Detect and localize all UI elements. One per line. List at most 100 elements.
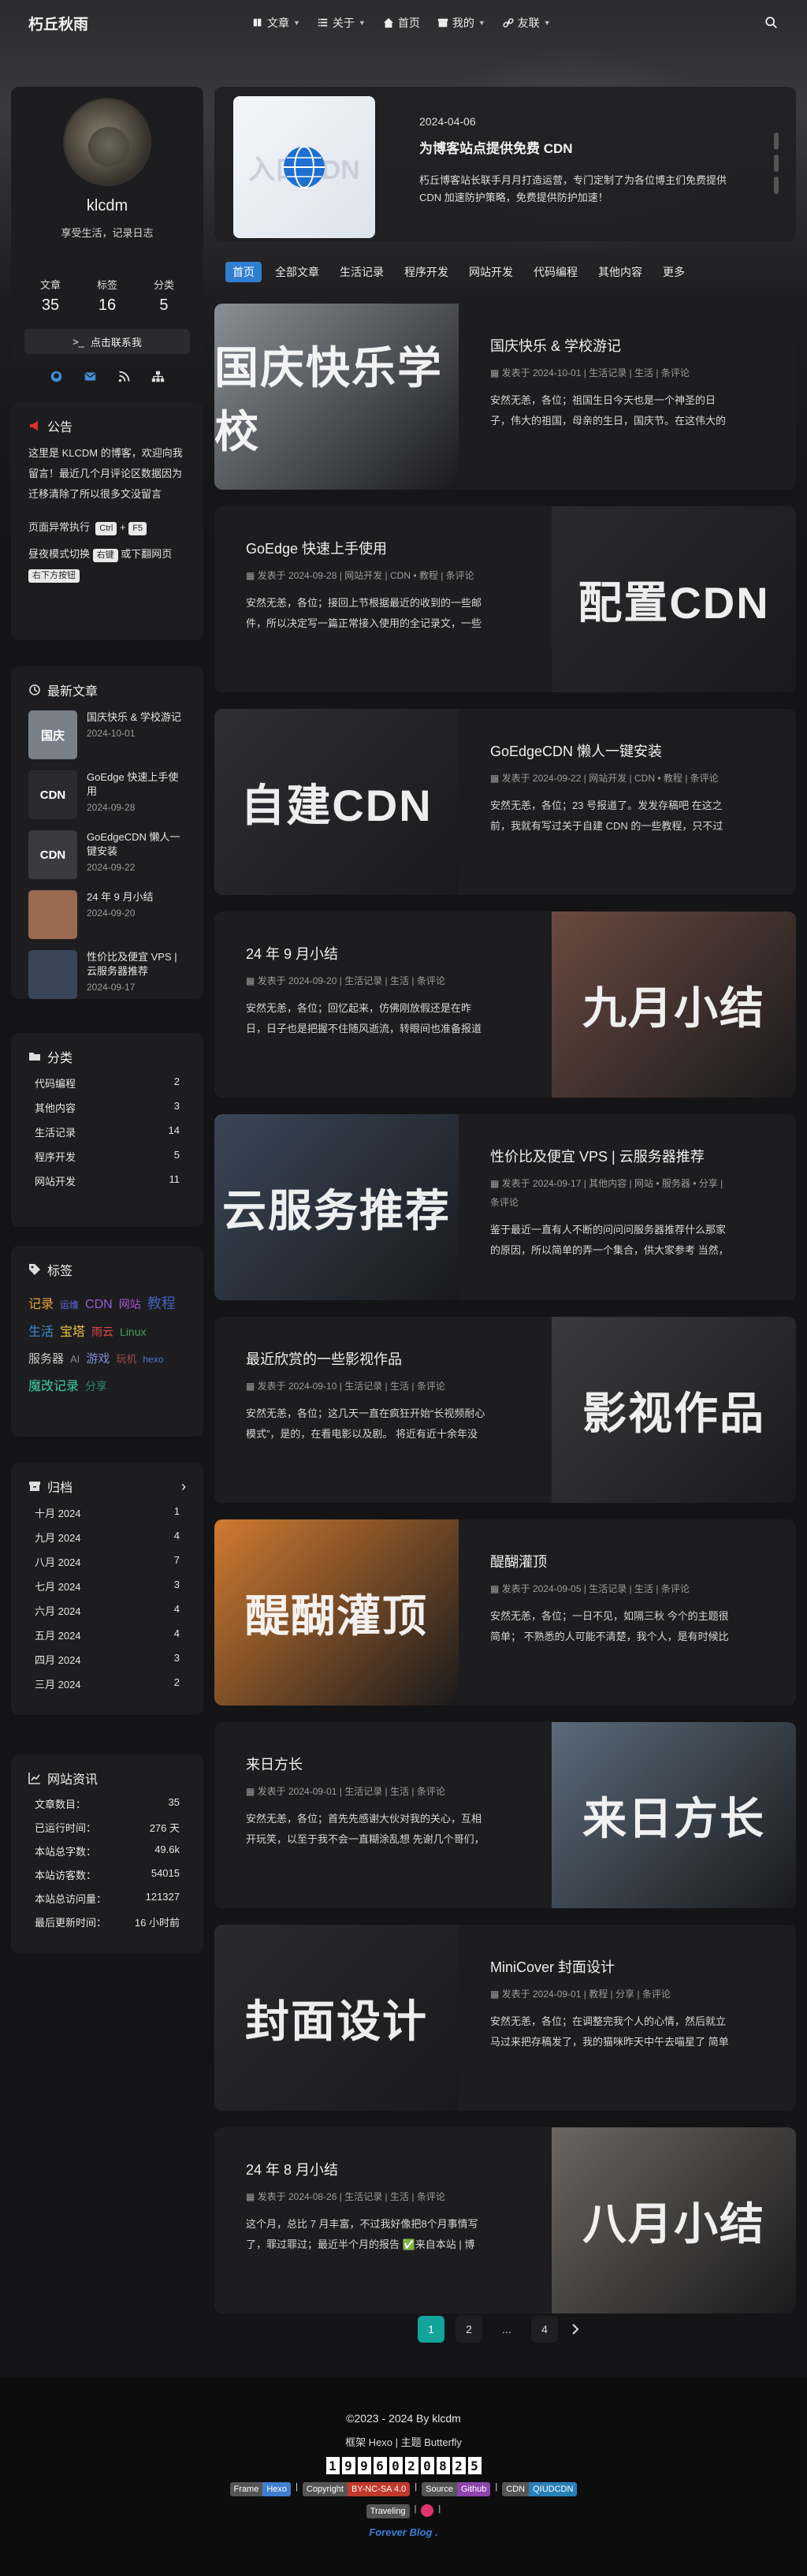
post-comments[interactable]: 条评论 [417,975,445,986]
archive-item[interactable]: 九月 2024 4 [28,1530,186,1545]
post-tags[interactable]: 生活 [634,1583,653,1594]
post-comments[interactable]: 条评论 [490,1197,519,1208]
post-comments[interactable]: 条评论 [661,367,690,378]
post-cover[interactable]: 国庆快乐学校 [214,304,459,490]
category-tab-2[interactable]: 生活记录 [333,262,391,282]
post-cover[interactable]: 影视作品 [552,1317,796,1503]
archive-item[interactable]: 三月 2024 2 [28,1676,186,1691]
search-icon[interactable] [764,16,779,30]
post-tags[interactable]: CDN • 教程 [390,570,438,581]
post-card[interactable]: 八月小结 24 年 8 月小结 ▦ 发表于 2024-08-26 | 生活记录 | … [214,2127,796,2313]
tag-link[interactable]: Linux [120,1318,146,1345]
contact-button[interactable]: >_ 点击联系我 [24,329,190,354]
stat-0[interactable]: 文章 35 [40,277,61,315]
featured-post[interactable]: 入口CDN 2024-04-06 为博客站点提供免费 CDN 朽丘博客站长联手月… [214,87,796,241]
carousel-indicator[interactable] [774,132,780,194]
post-card[interactable]: 来日方长 来日方长 ▦ 发表于 2024-09-01 | 生活记录 | 生活 | 条… [214,1722,796,1908]
category-item[interactable]: 生活记录 14 [28,1124,186,1139]
chevron-right-icon[interactable]: › [181,1478,186,1495]
post-cover[interactable]: 自建CDN [214,709,459,895]
post-card[interactable]: 配置CDN GoEdge 快速上手使用 ▦ 发表于 2024-09-28 | 网站开… [214,506,796,692]
recent-item[interactable]: 24 年 9 月小结 2024-09-20 [28,890,186,939]
post-tags[interactable]: CDN • 教程 [634,773,682,784]
tag-link[interactable]: 雨云 [91,1318,113,1345]
tag-link[interactable]: 玩机 [116,1346,136,1373]
menu-item-3[interactable]: 我的 ▼ [437,15,485,31]
site-brand[interactable]: 朽丘秋雨 [28,13,88,34]
post-tags[interactable]: 生活 [634,367,653,378]
footer-badge[interactable]: Frame Hexo [229,2482,292,2496]
post-card[interactable]: 影视作品 最近欣赏的一些影视作品 ▦ 发表于 2024-09-10 | 生活记录 |… [214,1317,796,1503]
post-category[interactable]: 生活记录 [344,975,382,986]
post-cover[interactable]: 配置CDN [552,506,796,692]
category-tab-4[interactable]: 网站开发 [462,262,520,282]
menu-item-2[interactable]: 首页 [383,15,420,31]
post-card[interactable]: 九月小结 24 年 9 月小结 ▦ 发表于 2024-09-20 | 生活记录 | … [214,911,796,1098]
featured-title[interactable]: 为博客站点提供免费 CDN [419,137,573,157]
menu-item-1[interactable]: 关于 ▼ [318,15,366,31]
archive-item[interactable]: 七月 2024 3 [28,1579,186,1594]
post-category[interactable]: 生活记录 [589,367,627,378]
post-cover[interactable]: 来日方长 [552,1722,796,1908]
post-title[interactable]: MiniCover 封面设计 [490,1956,733,1977]
badge-traveling[interactable]: Traveling [366,2504,410,2518]
post-title[interactable]: 24 年 9 月小结 [246,943,489,964]
post-card[interactable]: 云服务推荐 性价比及便宜 VPS | 云服务器推荐 ▦ 发表于 2024-09-17… [214,1114,796,1300]
recent-item-title[interactable]: GoEdgeCDN 懒人一键安装 [87,830,186,859]
post-title[interactable]: GoEdge 快速上手使用 [246,538,489,558]
post-category[interactable]: 教程 [589,1989,608,2000]
post-comments[interactable]: 条评论 [690,773,719,784]
post-cover[interactable]: 八月小结 [552,2127,796,2313]
email-icon[interactable] [84,370,97,383]
chevron-right-icon[interactable] [569,2323,582,2336]
tag-link[interactable]: 游戏 [86,1346,110,1373]
page-3[interactable]: 4 [531,2316,558,2343]
post-card[interactable]: 自建CDN GoEdgeCDN 懒人一键安装 ▦ 发表于 2024-09-22 | … [214,709,796,895]
category-tab-5[interactable]: 代码编程 [526,262,585,282]
post-tags[interactable]: 生活 [390,975,409,986]
page-0[interactable]: 1 [418,2316,444,2343]
tag-link[interactable]: 服务器 [28,1346,64,1373]
post-tags[interactable]: 分享 [615,1989,634,2000]
category-tab-0[interactable]: 首页 [225,262,262,282]
post-category[interactable]: 生活记录 [344,2191,382,2202]
category-tab-1[interactable]: 全部文章 [268,262,326,282]
post-comments[interactable]: 条评论 [417,2191,445,2202]
tag-link[interactable]: hexo [143,1346,163,1373]
post-title[interactable]: 国庆快乐 & 学校游记 [490,335,733,356]
post-card[interactable]: 封面设计 MiniCover 封面设计 ▦ 发表于 2024-09-01 | 教程 … [214,1925,796,2111]
tag-link[interactable]: CDN [85,1292,113,1318]
post-tags[interactable]: 生活 [390,2191,409,2202]
heart-icon[interactable] [421,2504,434,2517]
category-tab-7[interactable]: 更多 [656,262,692,282]
post-category[interactable]: 生活记录 [344,1786,382,1797]
post-comments[interactable]: 条评论 [642,1989,671,2000]
archive-item[interactable]: 六月 2024 4 [28,1603,186,1618]
category-item[interactable]: 其他内容 3 [28,1100,186,1115]
recent-item[interactable]: 性价比及便宜 VPS | 云服务器推荐 2024-09-17 [28,950,186,999]
tag-link[interactable]: 分享 [85,1373,107,1400]
stat-2[interactable]: 分类 5 [154,277,174,315]
post-cover[interactable]: 醍醐灌顶 [214,1519,459,1706]
forever-blog-link[interactable]: Forever Blog . [0,2526,807,2538]
menu-item-0[interactable]: 文章 ▼ [252,15,300,31]
tag-link[interactable]: 运维 [60,1292,79,1318]
recent-item-title[interactable]: GoEdge 快速上手使用 [87,770,186,799]
footer-badge[interactable]: Source Github [422,2482,491,2496]
recent-item[interactable]: 国庆 国庆快乐 & 学校游记 2024-10-01 [28,710,186,759]
archive-item[interactable]: 五月 2024 4 [28,1627,186,1642]
archive-item[interactable]: 八月 2024 7 [28,1554,186,1569]
recent-item-title[interactable]: 24 年 9 月小结 [87,890,154,904]
post-category[interactable]: 其他内容 [589,1178,627,1189]
category-tab-6[interactable]: 其他内容 [591,262,649,282]
post-tags[interactable]: 生活 [390,1786,409,1797]
post-cover[interactable]: 九月小结 [552,911,796,1098]
post-category[interactable]: 生活记录 [344,1381,382,1392]
post-title[interactable]: 24 年 8 月小结 [246,2159,489,2179]
post-card[interactable]: 醍醐灌顶 醍醐灌顶 ▦ 发表于 2024-09-05 | 生活记录 | 生活 | 条… [214,1519,796,1706]
rss-icon[interactable] [117,370,131,383]
footer-badge[interactable]: CDN QIUDCDN [502,2482,578,2496]
post-category[interactable]: 网站开发 [344,570,382,581]
category-item[interactable]: 网站开发 11 [28,1173,186,1188]
recent-item-title[interactable]: 性价比及便宜 VPS | 云服务器推荐 [87,950,186,979]
